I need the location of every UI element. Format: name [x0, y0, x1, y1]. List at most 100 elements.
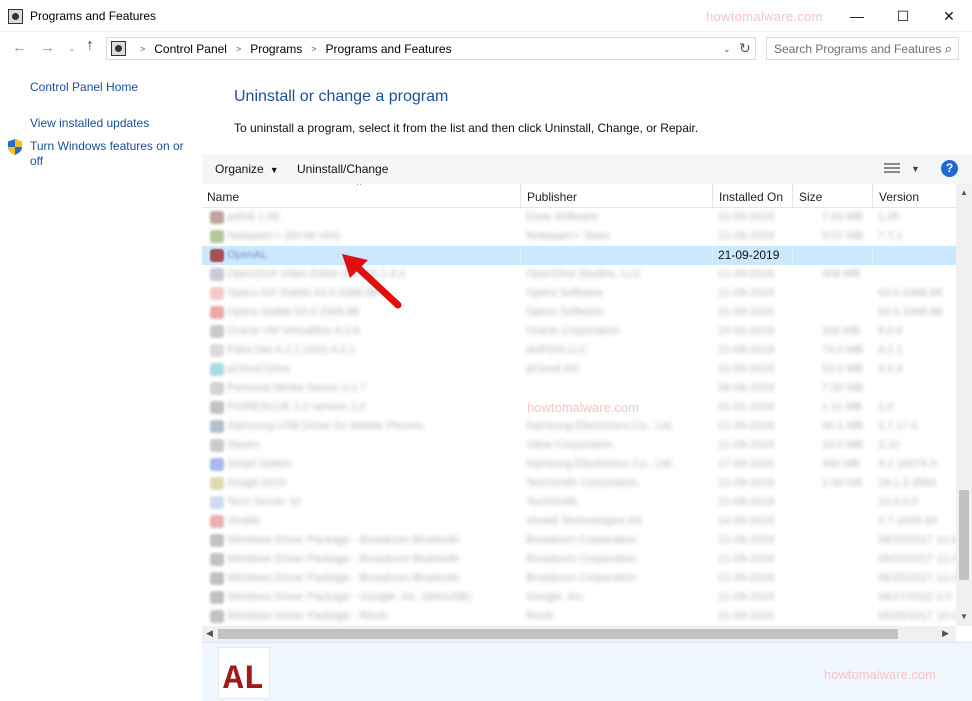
column-header-size[interactable]: Size [799, 190, 822, 204]
page-description: To uninstall a program, select it from t… [234, 121, 699, 135]
openal-logo-icon: AL [218, 647, 270, 699]
column-header-installed-on[interactable]: Installed On [719, 190, 783, 204]
program-icon [210, 439, 224, 452]
program-installed-on: 01-01-2019 [718, 401, 775, 413]
program-size: 9.07 MB [822, 230, 863, 242]
program-version: 08/27/2012 2.0 [878, 591, 952, 603]
program-version: 19.1.2.3560 [878, 477, 937, 489]
chevron-right-icon[interactable]: > [140, 44, 145, 54]
table-row[interactable]: Windows Driver Package - Broadcom Blueto… [202, 569, 958, 588]
program-icon [210, 515, 224, 528]
table-row[interactable]: OpenShot Video Editor (64-bit) 2.4.4 Open… [202, 265, 956, 284]
uninstall-change-button[interactable]: Uninstall/Change [297, 162, 388, 176]
program-installed-on: 21-09-2019 [718, 439, 775, 451]
program-icon [210, 325, 224, 338]
program-installed-on: 21-09-2019 [718, 248, 780, 262]
program-publisher: Opera Software [526, 306, 604, 318]
address-dropdown-icon[interactable]: ⌄ [723, 44, 731, 55]
program-size: 1.00 GB [822, 477, 863, 489]
table-row[interactable]: Steam Valve Corporation 21-09-2019 10.0 MB 2… [202, 436, 956, 455]
table-row[interactable]: Vivaldi Vivaldi Technologies AS 14-09-2019… [202, 512, 956, 531]
program-publisher: Broadcom Corporation [526, 534, 637, 546]
view-options-chevron-icon[interactable]: ▼ [911, 164, 920, 174]
column-divider[interactable] [520, 184, 521, 208]
breadcrumb-control-panel[interactable]: Control Panel [154, 42, 227, 56]
column-divider[interactable] [712, 184, 713, 208]
back-arrow-icon[interactable]: ← [12, 39, 27, 56]
program-version: 06/20/2017 12.0 [878, 534, 958, 546]
table-row[interactable]: Tech Server 10 TechSmith 21-09-2019 10.0.0.… [202, 493, 956, 512]
search-input[interactable]: Search Programs and Features ⌕ [766, 37, 959, 60]
table-row[interactable]: Windows Driver Package - Ricoh Ricoh 21-09… [202, 607, 958, 626]
program-size: 7.00 MB [822, 211, 863, 223]
recent-locations-chevron-icon[interactable]: ⌄ [68, 43, 76, 54]
maximize-button[interactable]: ☐ [880, 0, 926, 32]
program-version: 63.0.3368.88 [878, 287, 943, 299]
turn-windows-features-link[interactable]: Turn Windows features on or off [30, 139, 195, 169]
program-publisher: Ricoh [526, 610, 555, 622]
chevron-right-icon[interactable]: > [236, 44, 241, 54]
scroll-right-icon[interactable]: ▶ [942, 628, 949, 639]
table-row-selected[interactable]: OpenAL 21-09-2019 [202, 246, 956, 265]
program-icon [210, 534, 224, 547]
address-bar[interactable]: > Control Panel > Programs > Programs an… [106, 37, 756, 60]
breadcrumb-programs-and-features[interactable]: Programs and Features [326, 42, 452, 56]
program-version: 7.7.1 [878, 230, 903, 242]
program-publisher: pCloud AG [526, 363, 580, 375]
view-installed-updates-link[interactable]: View installed updates [30, 116, 149, 131]
column-header-publisher[interactable]: Publisher [527, 190, 577, 204]
table-row[interactable]: Notepad++ (64-bit x64) Notepad++ Team 21-0… [202, 227, 956, 246]
program-name: pCloud Drive [227, 363, 291, 375]
column-header-version[interactable]: Version [879, 190, 919, 204]
table-row[interactable]: avlink 1.05 Dave Software 21-09-2019 7.00 M… [202, 208, 956, 227]
table-row[interactable]: Paint.Net 4.2.1 (x64) 4.2.1 dotPDN LLC 21-… [202, 341, 956, 360]
search-icon[interactable]: ⌕ [945, 41, 952, 57]
program-name: Vivaldi [227, 515, 260, 527]
table-row[interactable]: Windows Driver Package - Broadcom Blueto… [202, 550, 958, 569]
table-row[interactable]: Personal Media Server 2.1.7 06-06-2019 7.0… [202, 379, 956, 398]
column-divider[interactable] [872, 184, 873, 208]
table-row[interactable]: Windows Driver Package - Broadcom Blueto… [202, 531, 958, 550]
organize-label: Organize [215, 162, 264, 176]
control-panel-home-link[interactable]: Control Panel Home [30, 80, 138, 95]
watermark-middle: howtomalware.com [527, 400, 639, 415]
change-view-icon[interactable] [884, 162, 900, 175]
table-row[interactable]: Smart Switch Samsung Electronics Co., Ltd… [202, 455, 956, 474]
table-row[interactable]: Opera GX Stable 63.0.3368.88 Opera Softwa… [202, 284, 956, 303]
organize-button[interactable]: Organize ▼ [215, 162, 279, 176]
cell-divider [792, 246, 793, 265]
breadcrumb-programs[interactable]: Programs [250, 42, 302, 56]
table-row[interactable]: Oracle VM VirtualBox 6.0.6 Oracle Corpora… [202, 322, 956, 341]
table-row[interactable]: pCloud Drive pCloud AG 21-09-2019 52.0 MB 4.… [202, 360, 956, 379]
forward-arrow-icon[interactable]: → [40, 39, 55, 56]
program-version: 06/20/2017 12.0 [878, 553, 958, 565]
program-size: 52.0 MB [822, 363, 863, 375]
scroll-left-icon[interactable]: ◀ [206, 628, 213, 639]
program-publisher: Broadcom Corporation [526, 553, 637, 565]
program-version: 10.0.0.0 [878, 496, 918, 508]
table-row[interactable]: Windows Driver Package - Google, Inc. (W… [202, 588, 956, 607]
scroll-up-icon[interactable]: ▲ [960, 188, 968, 197]
table-row[interactable]: Samsung USB Driver for Mobile Phones Sams… [202, 417, 956, 436]
program-publisher: Samsung Electronics Co., Ltd. [526, 458, 674, 470]
column-divider[interactable] [792, 184, 793, 208]
table-row[interactable]: Snagit 2019 TechSmith Corporation 21-09-20… [202, 474, 956, 493]
up-arrow-icon[interactable]: ↑ [86, 37, 94, 55]
horizontal-scrollbar[interactable]: ◀ ▶ [202, 626, 956, 642]
chevron-right-icon[interactable]: > [311, 44, 316, 54]
vertical-scrollbar[interactable]: ▲ ▼ [956, 184, 972, 626]
close-button[interactable]: ✕ [926, 0, 972, 32]
scroll-down-icon[interactable]: ▼ [960, 612, 968, 621]
minimize-button[interactable]: — [834, 0, 880, 32]
program-size: 308 MB [822, 268, 860, 280]
refresh-icon[interactable]: ↻ [739, 40, 751, 57]
help-icon[interactable]: ? [941, 160, 958, 177]
table-row[interactable]: Opera Stable 63.0.3368.88 Opera Software 2… [202, 303, 956, 322]
vertical-scroll-thumb[interactable] [959, 490, 969, 580]
horizontal-scroll-thumb[interactable] [218, 629, 898, 639]
program-installed-on: 21-09-2019 [718, 344, 775, 356]
search-placeholder: Search Programs and Features [774, 42, 942, 56]
left-task-pane: Control Panel Home View installed update… [0, 64, 202, 701]
program-installed-on: 21-09-2019 [718, 268, 775, 280]
column-header-name[interactable]: Name [207, 190, 239, 204]
